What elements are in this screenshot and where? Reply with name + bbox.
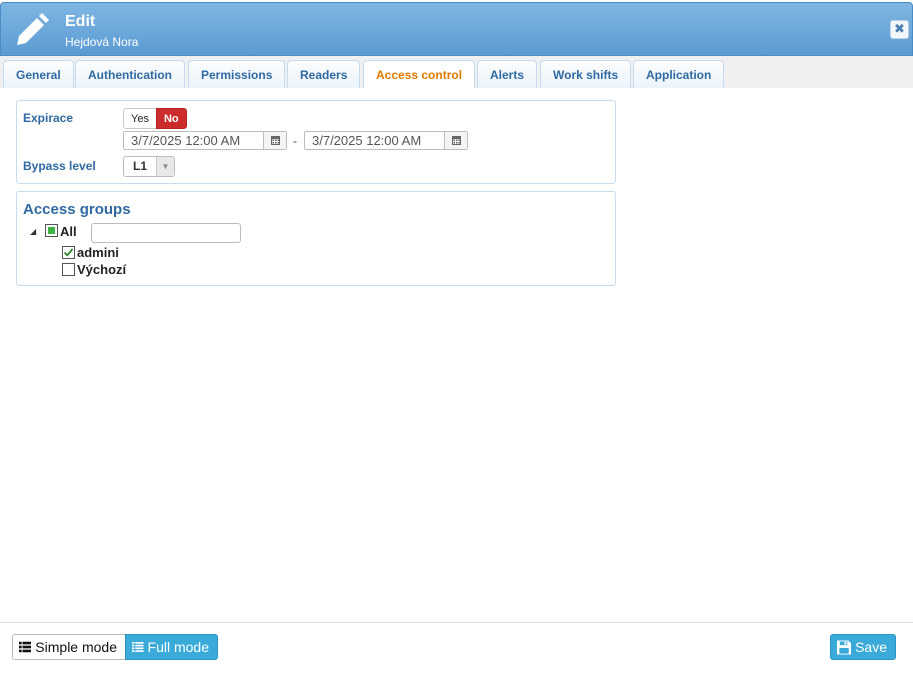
simple-mode-button[interactable]: Simple mode [12, 634, 126, 660]
access-groups-panel: Access groups ◢ All admini Výchozí [16, 191, 616, 286]
expiration-no-button[interactable]: No [155, 108, 187, 129]
group-filter-input[interactable] [91, 223, 241, 243]
bypass-level-select[interactable]: L1 ▼ [123, 156, 175, 177]
expiration-toggle: Yes No [123, 108, 187, 129]
simple-mode-label: Simple mode [35, 639, 117, 655]
dialog-header: Edit Hejdová Nora ✖ [0, 2, 913, 56]
date-range-separator: - [293, 134, 297, 148]
check-icon [63, 248, 74, 257]
dialog-title: Edit [65, 13, 96, 30]
list-icon [19, 641, 32, 653]
group-admini-label: admini [77, 245, 119, 260]
dialog-subtitle: Hejdová Nora [65, 35, 139, 49]
tab-authentication[interactable]: Authentication [75, 60, 185, 88]
chevron-down-icon[interactable]: ▼ [156, 157, 174, 176]
tree-root-label: All [60, 224, 77, 239]
calendar-icon[interactable] [444, 132, 467, 149]
pencil-icon [17, 13, 49, 45]
expiration-label: Expirace [23, 111, 74, 125]
all-groups-checkbox[interactable] [45, 224, 58, 237]
access-groups-title: Access groups [23, 201, 131, 218]
tab-permissions[interactable]: Permissions [188, 60, 286, 88]
list-icon [132, 642, 144, 652]
date-to-value: 3/7/2025 12:00 AM [312, 133, 422, 148]
floppy-disk-icon [837, 639, 852, 655]
save-label: Save [855, 639, 887, 655]
tab-application[interactable]: Application [633, 60, 725, 88]
expiration-panel: Expirace Yes No 3/7/2025 12:00 AM - 3/7/… [16, 100, 616, 184]
date-to-input[interactable]: 3/7/2025 12:00 AM [304, 131, 468, 150]
tab-work-shifts[interactable]: Work shifts [540, 60, 632, 88]
tab-alerts[interactable]: Alerts [477, 60, 538, 88]
group-admini-checkbox[interactable] [62, 246, 75, 259]
close-icon[interactable]: ✖ [890, 20, 909, 39]
save-button[interactable]: Save [830, 634, 896, 660]
calendar-icon[interactable] [263, 132, 286, 149]
bypass-level-label: Bypass level [23, 159, 96, 173]
footer-divider [0, 622, 913, 623]
date-from-value: 3/7/2025 12:00 AM [131, 133, 241, 148]
date-from-input[interactable]: 3/7/2025 12:00 AM [123, 131, 287, 150]
tab-general[interactable]: General [3, 60, 74, 88]
full-mode-label: Full mode [147, 639, 209, 655]
expiration-yes-button[interactable]: Yes [123, 108, 156, 129]
tree-expand-icon[interactable]: ◢ [30, 227, 36, 236]
tab-readers[interactable]: Readers [287, 60, 361, 88]
group-vychozi-label: Výchozí [77, 262, 127, 277]
tab-access-control[interactable]: Access control [363, 60, 476, 88]
group-vychozi-checkbox[interactable] [62, 263, 75, 276]
bypass-level-value: L1 [133, 159, 148, 173]
tab-bar: General Authentication Permissions Reade… [0, 56, 913, 88]
full-mode-button[interactable]: Full mode [125, 634, 218, 660]
